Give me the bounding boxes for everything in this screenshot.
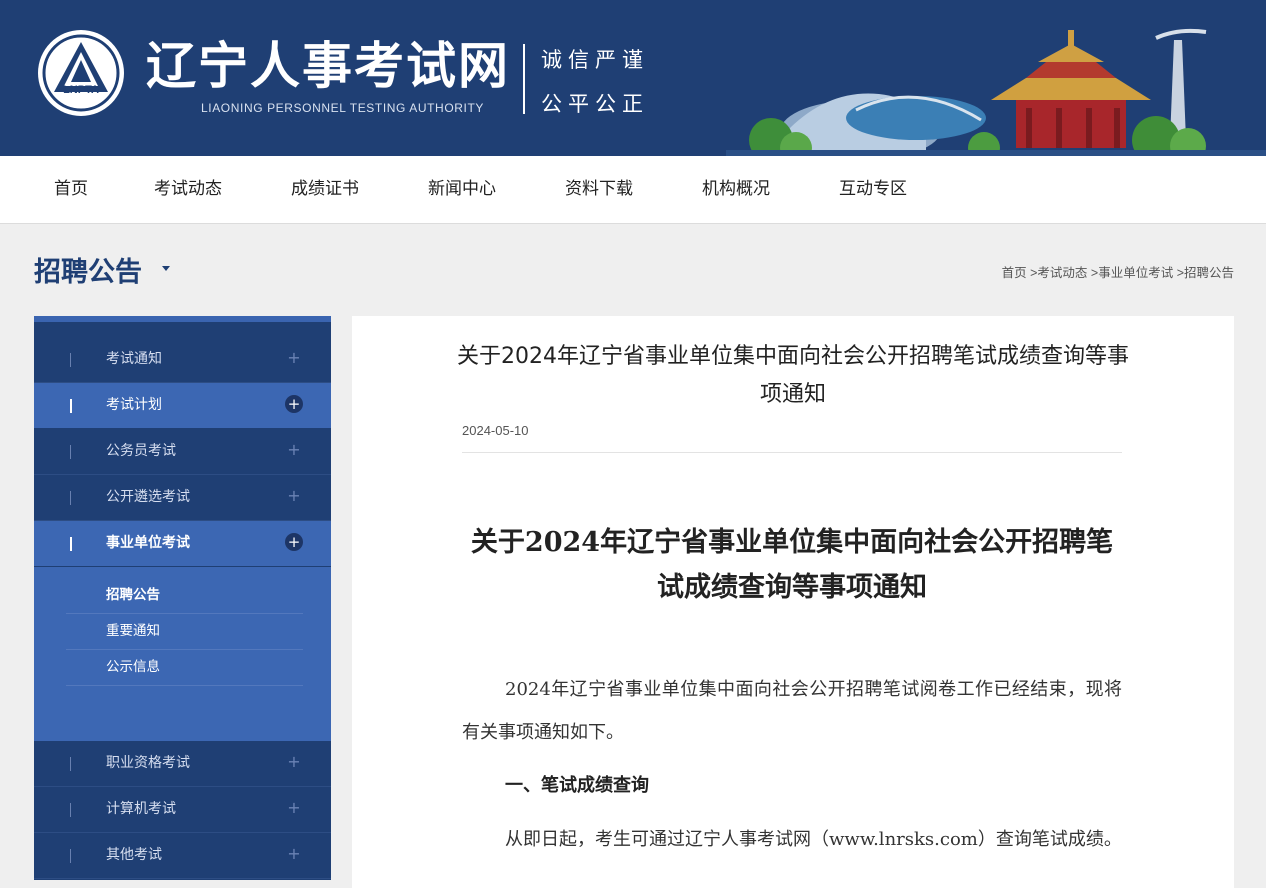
nav-scores-certs[interactable]: 成绩证书 (291, 156, 359, 223)
plus-icon[interactable]: + (285, 349, 303, 367)
submenu-public-institution: 招聘公告 重要通知 公示信息 (34, 567, 331, 741)
breadcrumb-public-institution[interactable]: >事业单位考试 (1091, 266, 1173, 280)
item-marker (70, 803, 71, 817)
submenu-item-label: 重要通知 (106, 623, 160, 639)
nav-exam-news[interactable]: 考试动态 (154, 156, 222, 223)
submenu-item-publicity-info[interactable]: 公示信息 (66, 649, 303, 686)
sidebar-item-public-institution[interactable]: 事业单位考试 + (34, 521, 331, 566)
breadcrumb-current[interactable]: >招聘公告 (1177, 266, 1234, 280)
plus-circle-icon[interactable]: + (285, 395, 303, 413)
item-marker (70, 491, 71, 505)
item-marker (70, 537, 72, 551)
section-heading: 一、笔试成绩查询 (505, 775, 649, 796)
plus-icon[interactable]: + (285, 845, 303, 863)
nav-interaction[interactable]: 互动专区 (839, 156, 907, 223)
site-logo[interactable]: LNPTA (38, 30, 124, 116)
plus-icon[interactable]: + (285, 799, 303, 817)
article-title: 关于2024年辽宁省事业单位集中面向社会公开招聘笔试成绩查询等事项通知 (457, 344, 1129, 407)
skyline-illustration (726, 28, 1266, 156)
motto-line-1: 诚信严谨 (541, 48, 649, 72)
sidebar-item-label: 事业单位考试 (106, 535, 190, 551)
sidebar-item-open-selection[interactable]: 公开遴选考试 + (34, 475, 331, 521)
logo-acronym: LNPTA (63, 84, 99, 96)
page-title: 招聘公告 (34, 257, 142, 288)
plus-circle-icon[interactable]: + (285, 533, 303, 551)
submenu-item-label: 招聘公告 (106, 587, 160, 603)
breadcrumb: 首页 >考试动态 >事业单位考试 >招聘公告 (1002, 262, 1234, 281)
submenu-item-recruitment-notice[interactable]: 招聘公告 (66, 577, 303, 614)
site-subtitle: LIAONING PERSONNEL TESTING AUTHORITY (201, 101, 484, 115)
sidebar-item-civil-servant[interactable]: 公务员考试 + (34, 429, 331, 475)
sidebar-item-label: 公开遴选考试 (106, 489, 190, 505)
sidebar: 考试通知 + 考试计划 + 公务员考试 + 公开遴选考试 + 事业单位考试 + … (34, 316, 331, 880)
article-paragraph: 2024年辽宁省事业单位集中面向社会公开招聘笔试阅卷工作已经结束，现将有关事项通… (462, 679, 1122, 743)
item-marker (70, 445, 71, 459)
sidebar-item-exam-plan[interactable]: 考试计划 + (34, 383, 331, 428)
sidebar-item-label: 考试通知 (106, 351, 162, 367)
plus-icon[interactable]: + (285, 753, 303, 771)
sidebar-item-label: 公务员考试 (106, 443, 176, 459)
item-marker (70, 849, 71, 863)
item-marker (70, 353, 71, 367)
submenu-item-important-notice[interactable]: 重要通知 (66, 613, 303, 650)
article-panel: 关于2024年辽宁省事业单位集中面向社会公开招聘笔试成绩查询等事项通知 2024… (352, 316, 1234, 888)
sidebar-top-accent (34, 316, 331, 322)
sidebar-item-exam-notice[interactable]: 考试通知 + (34, 337, 331, 383)
plus-icon[interactable]: + (285, 441, 303, 459)
plus-icon[interactable]: + (285, 487, 303, 505)
caret-down-icon[interactable] (162, 266, 170, 271)
nav-home[interactable]: 首页 (54, 156, 88, 223)
breadcrumb-home[interactable]: 首页 (1002, 266, 1027, 280)
sidebar-item-label: 职业资格考试 (106, 755, 190, 771)
nav-about[interactable]: 机构概况 (702, 156, 770, 223)
article-date: 2024-05-10 (462, 423, 529, 438)
sidebar-item-other[interactable]: 其他考试 + (34, 833, 331, 879)
sidebar-item-label: 其他考试 (106, 847, 162, 863)
site-header: LNPTA 辽宁人事考试网 LIAONING PERSONNEL TESTING… (0, 0, 1266, 156)
sidebar-item-vocational[interactable]: 职业资格考试 + (34, 741, 331, 787)
nav-news-center[interactable]: 新闻中心 (428, 156, 496, 223)
divider (462, 452, 1122, 453)
item-marker (70, 399, 72, 413)
motto-line-2: 公平公正 (541, 92, 649, 116)
sidebar-item-label: 计算机考试 (106, 801, 176, 817)
main-nav: 首页 考试动态 成绩证书 新闻中心 资料下载 机构概况 互动专区 (0, 156, 1266, 224)
item-marker (70, 757, 71, 771)
article-paragraph: 从即日起，考生可通过辽宁人事考试网（www.lnrsks.com）查询笔试成绩。 (505, 829, 1122, 850)
sidebar-item-computer[interactable]: 计算机考试 + (34, 787, 331, 833)
logo-mark-icon (42, 34, 120, 112)
sidebar-item-label: 考试计划 (106, 397, 162, 413)
header-divider (523, 44, 525, 114)
breadcrumb-exam-news[interactable]: >考试动态 (1030, 266, 1087, 280)
site-title[interactable]: 辽宁人事考试网 (146, 34, 510, 98)
document-title: 关于2024年辽宁省事业单位集中面向社会公开招聘笔试成绩查询等事项通知 (470, 527, 1114, 603)
nav-downloads[interactable]: 资料下载 (565, 156, 633, 223)
submenu-item-label: 公示信息 (106, 659, 160, 675)
